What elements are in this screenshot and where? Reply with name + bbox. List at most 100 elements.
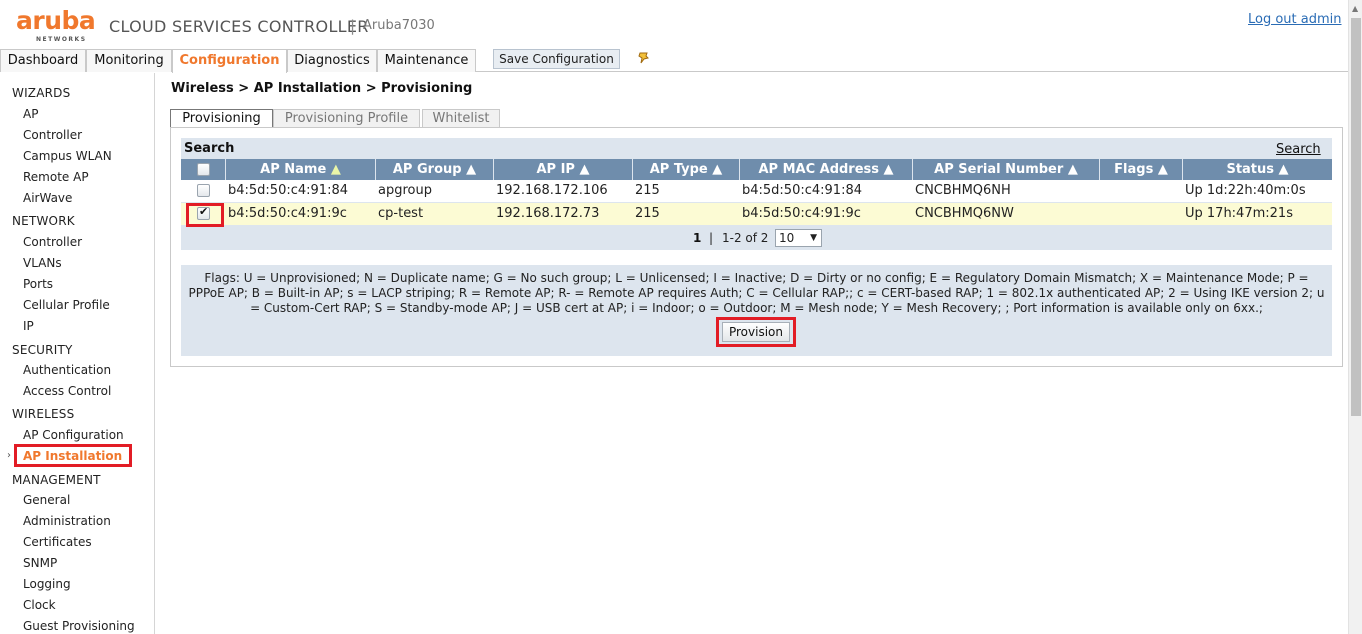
- cell-ap-group: apgroup: [378, 183, 432, 198]
- subtab-provisioning-profile[interactable]: Provisioning Profile: [273, 109, 420, 128]
- sort-icon: ▲: [579, 162, 590, 177]
- tab-monitoring[interactable]: Monitoring: [86, 49, 172, 72]
- subtab-provisioning[interactable]: Provisioning: [170, 109, 273, 128]
- cell-ap-name: b4:5d:50:c4:91:84: [228, 183, 348, 198]
- sidebar-item-general[interactable]: General: [23, 493, 70, 507]
- breadcrumb: Wireless > AP Installation > Provisionin…: [171, 81, 473, 96]
- column-ap-mac-label: AP MAC Address: [758, 162, 880, 177]
- sidebar-item-access-control[interactable]: Access Control: [23, 384, 111, 398]
- save-configuration-button[interactable]: Save Configuration: [493, 49, 620, 69]
- pager-current-page: 1: [693, 231, 702, 245]
- page-scrollbar[interactable]: ▲: [1348, 0, 1362, 634]
- sidebar-item-certificates[interactable]: Certificates: [23, 535, 92, 549]
- tab-maintenance[interactable]: Maintenance: [377, 49, 476, 72]
- sidebar-item-airwave[interactable]: AirWave: [23, 191, 72, 205]
- sidebar-item-authentication[interactable]: Authentication: [23, 363, 111, 377]
- page-size-value: 10: [779, 231, 795, 245]
- page-size-select[interactable]: 10 ▼: [775, 229, 822, 247]
- sidebar-item-cellular-profile[interactable]: Cellular Profile: [23, 298, 110, 312]
- sidebar-item-controller-wizard[interactable]: Controller: [23, 128, 82, 142]
- search-link[interactable]: Search: [1276, 142, 1321, 157]
- cell-ap-name: b4:5d:50:c4:91:9c: [228, 206, 347, 221]
- sidebar-section-management: MANAGEMENT: [12, 473, 101, 487]
- column-ap-mac[interactable]: AP MAC Address ▲: [740, 159, 913, 180]
- sidebar-item-ip[interactable]: IP: [23, 319, 34, 333]
- select-all-header: [181, 159, 226, 180]
- sidebar-item-network-controller[interactable]: Controller: [23, 235, 82, 249]
- column-ap-serial[interactable]: AP Serial Number ▲: [913, 159, 1100, 180]
- scroll-thumb[interactable]: [1351, 18, 1361, 416]
- cell-ap-group: cp-test: [378, 206, 424, 221]
- sidebar-item-administration[interactable]: Administration: [23, 514, 111, 528]
- tab-configuration[interactable]: Configuration: [172, 49, 287, 73]
- cell-ap-ip: 192.168.172.106: [496, 183, 608, 198]
- column-ap-type[interactable]: AP Type ▲: [633, 159, 740, 180]
- select-all-checkbox[interactable]: [197, 163, 210, 176]
- sort-icon: ▲: [466, 162, 477, 177]
- sidebar-section-network: NETWORK: [12, 214, 75, 228]
- chevron-down-icon: ▼: [810, 233, 817, 243]
- column-ap-group-label: AP Group: [392, 162, 462, 177]
- sidebar-item-logging[interactable]: Logging: [23, 577, 71, 591]
- column-ap-type-label: AP Type: [649, 162, 708, 177]
- cell-ap-ip: 192.168.172.73: [496, 206, 600, 221]
- sidebar-item-clock[interactable]: Clock: [23, 598, 56, 612]
- tab-diagnostics[interactable]: Diagnostics: [287, 49, 377, 72]
- sidebar-item-ports[interactable]: Ports: [23, 277, 53, 291]
- flags-legend: Flags: U = Unprovisioned; N = Duplicate …: [188, 271, 1325, 315]
- sort-icon: ▲: [1157, 162, 1168, 177]
- sidebar-item-campus-wlan[interactable]: Campus WLAN: [23, 149, 112, 163]
- sidebar-item-guest-provisioning[interactable]: Guest Provisioning: [23, 619, 135, 633]
- sidebar-item-ap-configuration[interactable]: AP Configuration: [23, 428, 124, 442]
- logo-sub: NETWORKS: [36, 36, 87, 43]
- cell-ap-mac: b4:5d:50:c4:91:84: [742, 183, 862, 198]
- column-ap-ip-label: AP IP: [536, 162, 575, 177]
- column-ap-name-label: AP Name: [260, 162, 327, 177]
- sort-icon: ▲: [1067, 162, 1078, 177]
- column-ap-group[interactable]: AP Group ▲: [376, 159, 494, 180]
- column-status-label: Status: [1226, 162, 1275, 177]
- row-checkbox[interactable]: [197, 184, 210, 197]
- sort-asc-icon: ▲: [330, 162, 341, 177]
- sidebar-section-wireless: WIRELESS: [12, 407, 75, 421]
- table-row[interactable]: b4:5d:50:c4:91:9c cp-test 192.168.172.73…: [181, 203, 1332, 225]
- sidebar: WIZARDS AP Controller Campus WLAN Remote…: [0, 73, 155, 634]
- sidebar-section-security: SECURITY: [12, 343, 73, 357]
- column-status[interactable]: Status ▲: [1183, 159, 1332, 180]
- pin-icon[interactable]: [637, 51, 651, 65]
- cell-ap-serial: CNCBHMQ6NH: [915, 183, 1011, 198]
- sort-icon: ▲: [883, 162, 894, 177]
- logout-link[interactable]: Log out admin: [1248, 12, 1342, 27]
- cell-ap-type: 215: [635, 206, 660, 221]
- pager-separator: |: [709, 231, 714, 245]
- title-separator: |: [350, 17, 356, 35]
- cell-ap-serial: CNCBHMQ6NW: [915, 206, 1014, 221]
- sidebar-item-ap-wizard[interactable]: AP: [23, 107, 38, 121]
- sidebar-item-remote-ap[interactable]: Remote AP: [23, 170, 89, 184]
- column-flags-label: Flags: [1114, 162, 1154, 177]
- provision-highlight: [716, 317, 796, 347]
- sidebar-section-wizards: WIZARDS: [12, 86, 71, 100]
- column-ap-ip[interactable]: AP IP ▲: [494, 159, 633, 180]
- sort-icon: ▲: [1278, 162, 1289, 177]
- scroll-up-icon[interactable]: ▲: [1352, 4, 1358, 13]
- cell-status: Up 17h:47m:21s: [1185, 206, 1293, 221]
- aruba-logo: aruba NETWORKS: [16, 6, 100, 46]
- column-ap-serial-label: AP Serial Number: [934, 162, 1064, 177]
- checkbox-highlight: [186, 203, 224, 227]
- sidebar-item-snmp[interactable]: SNMP: [23, 556, 57, 570]
- sidebar-item-vlans[interactable]: VLANs: [23, 256, 62, 270]
- active-item-arrow-icon: ›: [7, 450, 11, 461]
- column-ap-name[interactable]: AP Name ▲: [226, 159, 376, 180]
- app-title: CLOUD SERVICES CONTROLLER: [109, 17, 369, 36]
- pager-range: 1-2 of 2: [722, 231, 769, 245]
- search-title: Search: [184, 141, 235, 156]
- cell-status: Up 1d:22h:40m:0s: [1185, 183, 1306, 198]
- tab-dashboard[interactable]: Dashboard: [0, 49, 86, 72]
- column-flags[interactable]: Flags ▲: [1100, 159, 1183, 180]
- subtab-whitelist[interactable]: Whitelist: [422, 109, 500, 128]
- device-name: Aruba7030: [363, 18, 435, 33]
- logo-word: aruba: [16, 6, 96, 35]
- cell-ap-mac: b4:5d:50:c4:91:9c: [742, 206, 861, 221]
- table-row[interactable]: b4:5d:50:c4:91:84 apgroup 192.168.172.10…: [181, 180, 1332, 202]
